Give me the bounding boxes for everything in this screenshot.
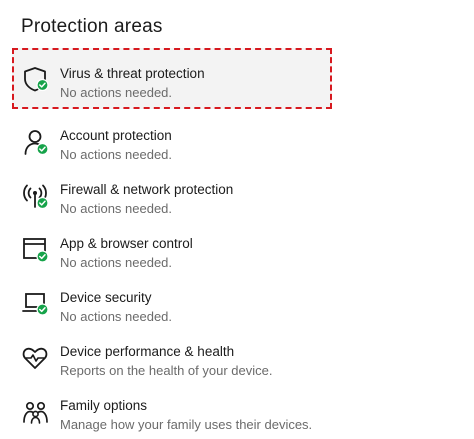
- protection-item-title: Virus & threat protection: [60, 66, 205, 81]
- protection-item-title: App & browser control: [60, 236, 193, 251]
- protection-item-status: Reports on the health of your device.: [60, 363, 273, 378]
- protection-item-status: No actions needed.: [60, 201, 173, 216]
- protection-item-status: Manage how your family uses their device…: [60, 417, 313, 432]
- protection-item-status: No actions needed.: [60, 309, 173, 324]
- protection-areas-list: Virus & threat protection No actions nee…: [12, 48, 332, 437]
- protection-item-status: No actions needed.: [60, 147, 173, 162]
- protection-item-title: Device performance & health: [60, 344, 235, 359]
- shield-check-icon: [21, 65, 53, 93]
- antenna-check-icon: [21, 182, 53, 210]
- protection-item-account[interactable]: Account protection No actions needed.: [12, 113, 332, 167]
- protection-item-title: Firewall & network protection: [60, 182, 234, 197]
- protection-item-device-performance[interactable]: Device performance & health Reports on t…: [12, 329, 332, 383]
- protection-item-virus[interactable]: Virus & threat protection No actions nee…: [12, 48, 332, 109]
- protection-item-status: No actions needed.: [60, 255, 173, 270]
- protection-item-app-browser[interactable]: App & browser control No actions needed.: [12, 221, 332, 275]
- protection-item-firewall[interactable]: Firewall & network protection No actions…: [12, 167, 332, 221]
- browser-window-check-icon: [21, 236, 53, 264]
- person-check-icon: [21, 128, 53, 156]
- heart-pulse-icon: [21, 344, 53, 372]
- protection-item-status: No actions needed.: [60, 85, 173, 100]
- protection-item-title: Device security: [60, 290, 152, 305]
- family-icon: [21, 398, 53, 426]
- protection-item-title: Family options: [60, 398, 148, 413]
- protection-item-family-options[interactable]: Family options Manage how your family us…: [12, 383, 332, 437]
- section-heading: Protection areas: [21, 16, 163, 37]
- laptop-check-icon: [21, 290, 53, 318]
- protection-item-device-security[interactable]: Device security No actions needed.: [12, 275, 332, 329]
- protection-item-title: Account protection: [60, 128, 172, 143]
